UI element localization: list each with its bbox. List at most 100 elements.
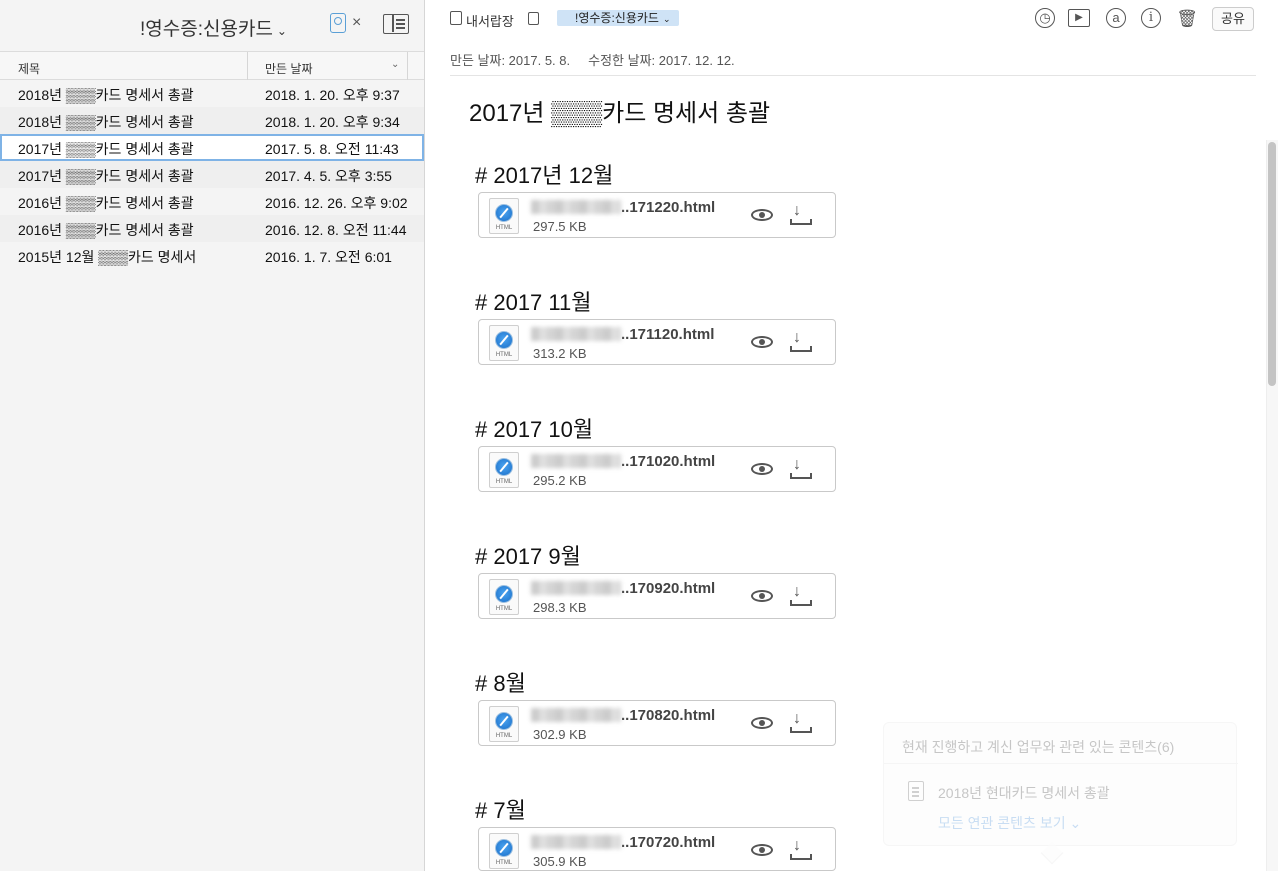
note-date: 2016. 12. 8. 오전 11:44 (265, 222, 407, 238)
lock-icon[interactable] (528, 12, 539, 25)
related-note-link[interactable]: 2018년 현대카드 명세서 총괄 (938, 783, 1110, 803)
note-title: 2017년 ▒▒▒카드 명세서 총괄 (18, 141, 194, 157)
note-date: 2018. 1. 20. 오후 9:34 (265, 114, 400, 130)
attachment-size: 298.3 KB (533, 600, 587, 615)
attachment-card[interactable]: HTML ..171120.html 313.2 KB (478, 319, 836, 365)
attachment-filename: ..171120.html (531, 326, 714, 343)
attachment-size: 313.2 KB (533, 346, 587, 361)
attachment-card[interactable]: HTML ..170720.html 305.9 KB (478, 827, 836, 871)
note-editor: 내서랍장 !영수증:신용카드 ⌄ ◷ ▶ a i 🗑 공유 만든 날짜: 2017… (426, 0, 1280, 871)
modified-date: 수정한 날짜: 2017. 12. 12. (588, 53, 735, 68)
attachment-filename: ..171220.html (531, 199, 715, 216)
list-item-selected[interactable]: 2017년 ▒▒▒카드 명세서 총괄 2017. 5. 8. 오전 11:43 (0, 134, 424, 161)
download-icon[interactable] (789, 456, 812, 479)
attachment-size: 295.2 KB (533, 473, 587, 488)
note-list-pane: !영수증:신용카드 ⌄ × 제목 만든 날짜 ⌄ 2018년 ▒▒▒카드 명세서 … (0, 0, 425, 871)
download-icon[interactable] (789, 583, 812, 606)
column-header: 제목 만든 날짜 ⌄ (0, 52, 424, 80)
document-icon (908, 781, 924, 801)
note-date: 2017. 4. 5. 오후 3:55 (265, 168, 392, 184)
month-section: # 2017 11월 HTML ..171120.html 313.2 KB (475, 285, 836, 365)
attachment-size: 305.9 KB (533, 854, 587, 869)
at-icon[interactable]: a (1106, 8, 1126, 28)
month-section: # 2017년 12월 HTML ..171220.html 297.5 KB (475, 158, 836, 238)
notebook-pill-label: !영수증:신용카드 (575, 11, 659, 25)
notebook-selector[interactable]: !영수증:신용카드 ⌄ (140, 14, 287, 41)
section-heading: # 7월 (475, 798, 526, 823)
note-meta: 만든 날짜: 2017. 5. 8. 수정한 날짜: 2017. 12. 12. (450, 50, 735, 69)
preview-eye-icon[interactable] (751, 463, 773, 475)
note-title: 2016년 ▒▒▒카드 명세서 총괄 (18, 195, 194, 211)
month-section: # 2017 10월 HTML ..171020.html 295.2 KB (475, 412, 836, 492)
preview-eye-icon[interactable] (751, 336, 773, 348)
note-date: 2016. 1. 7. 오전 6:01 (265, 249, 392, 265)
note-toolbar: 내서랍장 !영수증:신용카드 ⌄ ◷ ▶ a i 🗑 공유 (426, 0, 1280, 40)
note-title-field[interactable]: 2017년 ▒▒▒카드 명세서 총괄 (469, 93, 770, 128)
notebook-pill[interactable]: !영수증:신용카드 ⌄ (557, 10, 679, 26)
attachment-card[interactable]: HTML ..170920.html 298.3 KB (478, 573, 836, 619)
html-file-icon: HTML (489, 325, 519, 361)
created-date: 만든 날짜: 2017. 5. 8. (450, 53, 571, 68)
note-title: 2018년 ▒▒▒카드 명세서 총괄 (18, 87, 194, 103)
present-icon[interactable]: ▶ (1068, 9, 1090, 27)
chevron-down-icon: ⌄ (662, 14, 671, 24)
scrollbar-thumb[interactable] (1268, 142, 1276, 386)
preview-eye-icon[interactable] (751, 209, 773, 221)
trash-icon[interactable]: 🗑 (1176, 8, 1198, 30)
alarm-icon[interactable]: ◷ (1035, 8, 1055, 28)
scratchpad-icon[interactable] (450, 11, 462, 25)
note-list: 2018년 ▒▒▒카드 명세서 총괄 2018. 1. 20. 오후 9:37 2… (0, 80, 424, 269)
section-heading: # 2017 10월 (475, 417, 594, 442)
share-button[interactable]: 공유 (1212, 7, 1254, 31)
attachment-card[interactable]: HTML ..171020.html 295.2 KB (478, 446, 836, 492)
html-file-icon: HTML (489, 833, 519, 869)
popover-header: 현재 진행하고 계신 업무와 관련 있는 콘텐츠(6) (902, 739, 1175, 755)
tag-icon[interactable] (330, 13, 346, 33)
html-file-icon: HTML (489, 452, 519, 488)
list-layout-icon[interactable] (383, 14, 409, 34)
preview-eye-icon[interactable] (751, 844, 773, 856)
notebook-title: !영수증:신용카드 (140, 19, 273, 40)
scratchpad-label[interactable]: 내서랍장 (466, 11, 514, 30)
sort-chevron-icon[interactable]: ⌄ (391, 59, 399, 70)
column-created-date[interactable]: 만든 날짜 (265, 60, 313, 77)
download-icon[interactable] (789, 329, 812, 352)
html-file-icon: HTML (489, 579, 519, 615)
attachment-filename: ..170920.html (531, 580, 715, 597)
preview-eye-icon[interactable] (751, 590, 773, 602)
list-item[interactable]: 2018년 ▒▒▒카드 명세서 총괄 2018. 1. 20. 오후 9:34 (0, 107, 424, 134)
list-item[interactable]: 2018년 ▒▒▒카드 명세서 총괄 2018. 1. 20. 오후 9:37 (0, 80, 424, 107)
preview-eye-icon[interactable] (751, 717, 773, 729)
list-item[interactable]: 2015년 12월 ▒▒▒카드 명세서 2016. 1. 7. 오전 6:01 (0, 242, 424, 269)
list-item[interactable]: 2016년 ▒▒▒카드 명세서 총괄 2016. 12. 26. 오후 9:02 (0, 188, 424, 215)
column-divider[interactable] (247, 52, 248, 80)
section-heading: # 2017년 12월 (475, 163, 614, 188)
attachment-filename: ..171020.html (531, 453, 715, 470)
attachment-card[interactable]: HTML ..171220.html 297.5 KB (478, 192, 836, 238)
chevron-down-icon: ⌄ (276, 24, 287, 38)
related-content-popover: 현재 진행하고 계신 업무와 관련 있는 콘텐츠(6) 2018년 현대카드 명… (883, 722, 1238, 846)
list-item[interactable]: 2017년 ▒▒▒카드 명세서 총괄 2017. 4. 5. 오후 3:55 (0, 161, 424, 188)
attachment-size: 297.5 KB (533, 219, 587, 234)
divider (884, 763, 1238, 764)
month-section: # 2017 9월 HTML ..170920.html 298.3 KB (475, 539, 836, 619)
attachment-filename: ..170720.html (531, 834, 715, 851)
section-heading: # 2017 9월 (475, 544, 581, 569)
column-divider[interactable] (407, 52, 408, 80)
note-title: 2016년 ▒▒▒카드 명세서 총괄 (18, 222, 194, 238)
download-icon[interactable] (789, 202, 812, 225)
note-date: 2018. 1. 20. 오후 9:37 (265, 87, 400, 103)
attachment-size: 302.9 KB (533, 727, 587, 742)
download-icon[interactable] (789, 837, 812, 860)
view-all-related-link[interactable]: 모든 연관 콘텐츠 보기 ⌄ (938, 813, 1081, 833)
month-section: # 8월 HTML ..170820.html 302.9 KB (475, 666, 836, 746)
attachment-card[interactable]: HTML ..170820.html 302.9 KB (478, 700, 836, 746)
column-title[interactable]: 제목 (18, 60, 40, 77)
html-file-icon: HTML (489, 198, 519, 234)
download-icon[interactable] (789, 710, 812, 733)
info-icon[interactable]: i (1141, 8, 1161, 28)
note-title: 2018년 ▒▒▒카드 명세서 총괄 (18, 114, 194, 130)
list-item[interactable]: 2016년 ▒▒▒카드 명세서 총괄 2016. 12. 8. 오전 11:44 (0, 215, 424, 242)
note-title: 2017년 ▒▒▒카드 명세서 총괄 (18, 168, 194, 184)
close-icon[interactable]: × (352, 14, 361, 32)
